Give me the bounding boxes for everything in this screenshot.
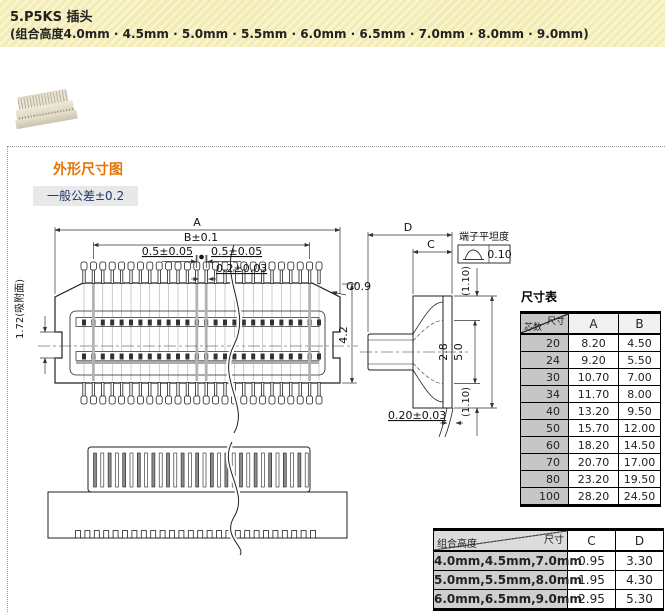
size-table: 尺寸 芯数 A B 208.204.50 249.205.50 3010.707… [520, 311, 661, 507]
table-row: 7020.7017.00 [521, 454, 661, 471]
dim-50-label: 5.0 [452, 343, 465, 361]
dim-c-label: C [427, 238, 435, 251]
col-c-header: C [568, 530, 616, 552]
dim-110-bottom-label: (1.10) [461, 387, 472, 417]
suction-face-label: 1.72(吸附面) [13, 279, 26, 339]
dim-point2-label: 0.2±0.03 [216, 262, 267, 275]
flatness-label: 端子平坦度 [459, 230, 509, 243]
dim-020-label: 0.20±0.03 [388, 409, 446, 422]
col-a-header: A [569, 313, 619, 335]
dim-half-left-label: 0.5±0.05 [142, 245, 193, 258]
dim-42-label: 4.2 [337, 326, 350, 344]
bottom-view [48, 447, 347, 538]
col-b-header: B [619, 313, 661, 335]
table-row: 208.204.50 [521, 334, 661, 352]
col-d-header: D [616, 530, 664, 552]
table-row: 3010.707.00 [521, 369, 661, 386]
page-title: 5.P5KS 插头 [10, 6, 93, 25]
table-row: 4013.209.50 [521, 403, 661, 420]
diagonal-header-cell: 尺寸 芯数 [521, 314, 568, 333]
header-band: 5.P5KS 插头 (组合高度4.0mm · 4.5mm · 5.0mm · 5… [0, 0, 665, 47]
diagonal-header-cell: 尺寸 组合高度 [434, 531, 567, 550]
dim-half-right-label: 0.5±0.05 [211, 245, 262, 258]
datum-dot [199, 255, 204, 260]
page-subtitle: (组合高度4.0mm · 4.5mm · 5.0mm · 5.5mm · 6.0… [10, 25, 589, 42]
product-image [10, 86, 82, 138]
table-row: 8023.2019.50 [521, 471, 661, 488]
main-view [38, 255, 358, 404]
table-row: 10028.2024.50 [521, 488, 661, 506]
height-table: 尺寸 组合高度 C D 4.0mm,4.5mm,7.0mm0.953.30 5.… [433, 528, 664, 611]
table-row: 6.0mm,6.5mm,9.0mm2.955.30 [434, 590, 664, 610]
table-row: 249.205.50 [521, 352, 661, 369]
table-row: 3411.708.00 [521, 386, 661, 403]
table-row: 5.0mm,5.5mm,8.0mm1.954.30 [434, 571, 664, 590]
table-row: 5015.7012.00 [521, 420, 661, 437]
flatness-value: 0.10 [487, 248, 512, 261]
datasheet-page: 5.P5KS 插头 (组合高度4.0mm · 4.5mm · 5.0mm · 5… [0, 0, 665, 612]
section-title: 外形尺寸图 [53, 159, 123, 179]
size-table-title: 尺寸表 [521, 288, 557, 305]
connector-photo [12, 89, 79, 133]
dim-28-label: 2.8 [437, 343, 450, 361]
dimension-drawing: A B±0.1 0.5±0.05 0.5±0.05 0.2±0.03 C0.9 … [10, 205, 520, 557]
chamfer-label: C0.9 [346, 280, 371, 293]
table-row: 6018.2014.50 [521, 437, 661, 454]
table-row: 4.0mm,4.5mm,7.0mm0.953.30 [434, 551, 664, 571]
dim-d-label: D [404, 221, 412, 234]
table-header-row: 尺寸 组合高度 C D [434, 530, 664, 552]
dim-a-label: A [193, 216, 201, 229]
dim-b-label: B±0.1 [184, 231, 218, 244]
tolerance-chip: 一般公差±0.2 [33, 186, 138, 206]
dim-110-top-label: (1.10) [461, 266, 472, 296]
table-header-row: 尺寸 芯数 A B [521, 313, 661, 335]
